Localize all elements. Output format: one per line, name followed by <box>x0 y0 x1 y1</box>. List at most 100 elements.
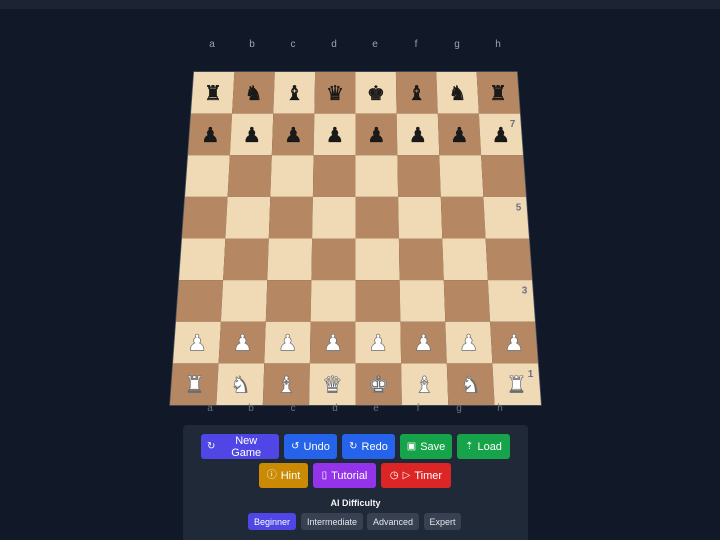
control-panel: ↻ New Game ↺ Undo ↻ Redo ▣ Save ⇡ Load ⓘ… <box>183 425 528 540</box>
difficulty-expert[interactable]: Expert <box>424 513 461 530</box>
square-g6[interactable] <box>439 155 484 197</box>
black-bishop-f8[interactable]: ♝ <box>407 81 426 105</box>
black-rook-h8[interactable]: ♜ <box>489 81 507 105</box>
square-h3[interactable] <box>487 280 535 322</box>
save-icon: ▣ <box>406 440 417 452</box>
black-pawn-h7[interactable]: ♟ <box>491 123 510 147</box>
square-h5[interactable] <box>483 196 529 239</box>
hint-button[interactable]: ⓘ Hint <box>259 463 308 488</box>
help-circle-icon: ⓘ <box>266 469 277 481</box>
load-label: Load <box>477 440 502 453</box>
square-f5[interactable] <box>398 196 443 239</box>
square-a4[interactable] <box>179 238 226 281</box>
undo-button[interactable]: ↺ Undo <box>284 434 337 459</box>
square-d5[interactable] <box>312 196 356 239</box>
black-knight-b8[interactable]: ♞ <box>244 81 263 105</box>
timer-label: Timer <box>414 469 443 482</box>
white-knight-g1[interactable]: ♞ <box>460 372 481 399</box>
square-d3[interactable] <box>310 280 356 322</box>
timer-button[interactable]: ◷ ▷ Timer <box>381 463 451 488</box>
square-g4[interactable] <box>442 238 488 281</box>
undo-label: Undo <box>303 440 330 453</box>
white-knight-b1[interactable]: ♞ <box>230 372 251 399</box>
new-game-label: New Game <box>231 434 262 459</box>
square-c3[interactable] <box>265 280 312 322</box>
new-game-button[interactable]: ↻ New Game <box>201 434 279 459</box>
square-e4[interactable] <box>355 238 400 281</box>
square-h6[interactable] <box>481 155 526 197</box>
file-label-bottom-f: f <box>416 403 420 414</box>
black-queen-d8[interactable]: ♛ <box>326 81 344 105</box>
rank-label-5: 5 <box>516 202 522 213</box>
square-e5[interactable] <box>355 196 399 239</box>
file-label-bottom-b: b <box>248 403 254 414</box>
white-pawn-a2[interactable]: ♟ <box>187 330 208 357</box>
redo-icon: ↻ <box>349 440 358 452</box>
difficulty-intermediate[interactable]: Intermediate <box>301 513 363 530</box>
file-label-bottom-h: h <box>497 403 503 414</box>
rank-label-7: 7 <box>510 119 516 130</box>
black-pawn-a7[interactable]: ♟ <box>201 123 220 147</box>
white-rook-h1[interactable]: ♜ <box>506 372 527 399</box>
square-c5[interactable] <box>268 196 313 239</box>
white-pawn-b2[interactable]: ♟ <box>232 330 253 357</box>
white-bishop-f1[interactable]: ♝ <box>414 372 435 399</box>
chess-board[interactable]: 7531♜ ♞ ♝ ♛ ♚ ♝ ♞ ♜♟ ♟ ♟ ♟ ♟ ♟ ♟ ♟♟ ♟ ♟ ♟ ♟ ♟ ♟ ♟♜ ♞ ♝ ♛ ♚ ♝ ♞ ♜ <box>0 0 720 420</box>
save-label: Save <box>420 440 446 453</box>
square-f6[interactable] <box>397 155 441 197</box>
white-pawn-f2[interactable]: ♟ <box>413 330 434 357</box>
file-label-bottom-e: e <box>373 403 379 414</box>
redo-button[interactable]: ↻ Redo <box>342 434 395 459</box>
square-b4[interactable] <box>223 238 269 281</box>
square-a3[interactable] <box>176 280 224 322</box>
black-pawn-d7[interactable]: ♟ <box>325 123 344 147</box>
black-pawn-f7[interactable]: ♟ <box>408 123 427 147</box>
black-pawn-e7[interactable]: ♟ <box>367 123 386 147</box>
square-h4[interactable] <box>485 238 532 281</box>
difficulty-beginner[interactable]: Beginner <box>248 513 296 530</box>
load-button[interactable]: ⇡ Load <box>457 434 510 459</box>
rank-label-3: 3 <box>522 286 528 297</box>
black-king-e8[interactable]: ♚ <box>367 81 385 105</box>
file-label-bottom-g: g <box>456 403 462 414</box>
square-b6[interactable] <box>227 155 272 197</box>
save-button[interactable]: ▣ Save <box>400 434 452 459</box>
square-b5[interactable] <box>225 196 271 239</box>
white-pawn-d2[interactable]: ♟ <box>322 330 343 357</box>
file-label-bottom-c: c <box>290 403 296 414</box>
white-queen-d1[interactable]: ♛ <box>322 372 343 399</box>
difficulty-advanced[interactable]: Advanced <box>367 513 419 530</box>
tutorial-label: Tutorial <box>331 469 368 482</box>
black-pawn-c7[interactable]: ♟ <box>284 123 303 147</box>
square-f3[interactable] <box>399 280 446 322</box>
black-rook-a8[interactable]: ♜ <box>204 81 222 105</box>
square-e3[interactable] <box>355 280 401 322</box>
square-g5[interactable] <box>440 196 486 239</box>
black-pawn-b7[interactable]: ♟ <box>242 123 261 147</box>
white-pawn-c2[interactable]: ♟ <box>277 330 298 357</box>
file-label-bottom-a: a <box>207 403 213 414</box>
square-g3[interactable] <box>443 280 491 322</box>
white-bishop-c1[interactable]: ♝ <box>276 372 297 399</box>
square-f4[interactable] <box>398 238 444 281</box>
white-pawn-e2[interactable]: ♟ <box>368 330 389 357</box>
white-king-e1[interactable]: ♚ <box>368 372 389 399</box>
play-icon: ▷ <box>402 469 411 481</box>
square-a5[interactable] <box>182 196 228 239</box>
square-d6[interactable] <box>312 155 356 197</box>
black-knight-g8[interactable]: ♞ <box>448 81 466 105</box>
white-rook-a1[interactable]: ♜ <box>184 372 205 399</box>
square-c4[interactable] <box>267 238 313 281</box>
black-bishop-c8[interactable]: ♝ <box>285 81 303 105</box>
tutorial-button[interactable]: ▯ Tutorial <box>313 463 376 488</box>
square-a6[interactable] <box>185 155 230 197</box>
black-pawn-g7[interactable]: ♟ <box>450 123 469 147</box>
square-c6[interactable] <box>270 155 314 197</box>
undo-icon: ↺ <box>291 440 300 452</box>
white-pawn-g2[interactable]: ♟ <box>458 330 479 357</box>
square-d4[interactable] <box>311 238 356 281</box>
square-e6[interactable] <box>355 155 399 197</box>
file-label-bottom-d: d <box>332 403 338 414</box>
white-pawn-h2[interactable]: ♟ <box>503 330 524 357</box>
square-b3[interactable] <box>220 280 268 322</box>
